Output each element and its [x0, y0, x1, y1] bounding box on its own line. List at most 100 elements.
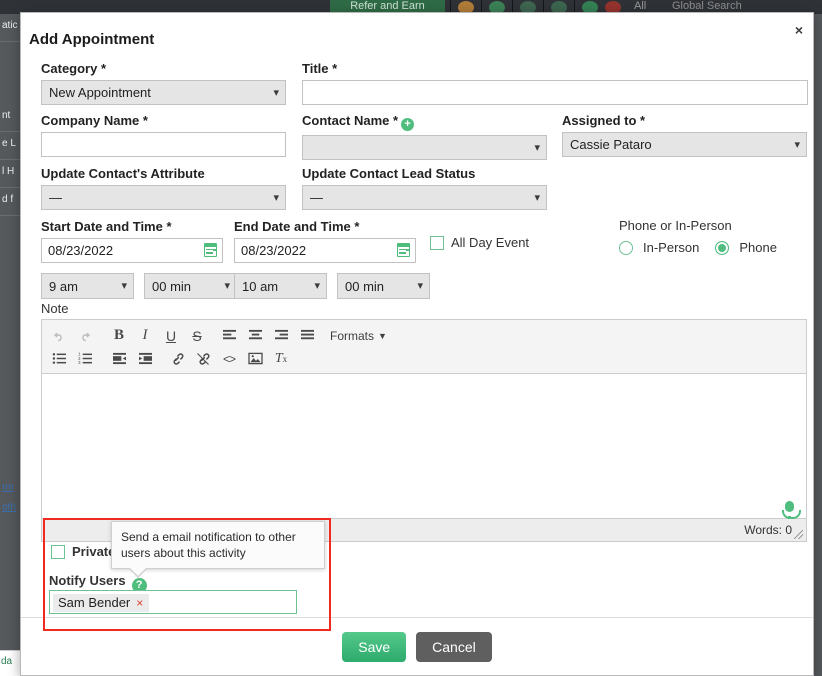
bullet-list-icon[interactable] [46, 348, 72, 370]
lead-status-select[interactable]: — [302, 185, 547, 210]
align-center-icon[interactable] [242, 325, 268, 347]
resize-handle[interactable] [794, 530, 803, 539]
undo-icon[interactable] [46, 325, 72, 347]
end-minute-select[interactable]: 00 min [337, 273, 430, 299]
bold-icon[interactable]: B [106, 325, 132, 347]
field-company-name: Company Name * [41, 113, 286, 157]
end-time-group: 10 am ▾ 00 min ▾ [234, 273, 430, 299]
calendar-icon[interactable] [397, 243, 410, 257]
private-row[interactable]: Private [51, 544, 115, 559]
attribute-select-wrapper[interactable]: — ▾ [41, 185, 286, 210]
indent-icon[interactable] [132, 348, 158, 370]
editor-toolbar-row-2: 123 <> Tx [46, 347, 802, 370]
background-status-bar: da [0, 650, 20, 676]
source-code-icon[interactable]: <> [216, 348, 242, 370]
notify-user-chip[interactable]: Sam Bender × [53, 594, 150, 612]
close-icon[interactable]: × [795, 23, 803, 37]
add-contact-icon[interactable]: + [401, 118, 415, 131]
list-item[interactable]: oth [0, 496, 20, 516]
microphone-icon[interactable] [782, 501, 801, 520]
end-hour-wrapper[interactable]: 10 am ▾ [234, 273, 327, 299]
contact-attribute-label: Update Contact's Attribute [41, 166, 205, 181]
notify-user-chip-label: Sam Bender [58, 595, 131, 610]
category-select-wrapper[interactable]: New Appointment ▾ [41, 80, 286, 105]
contact-name-label: Contact Name * + [302, 113, 547, 131]
start-minute-wrapper[interactable]: 00 min ▾ [144, 273, 237, 299]
add-appointment-dialog: × Add Appointment Category * New Appoint… [20, 12, 814, 676]
list-item: atic [0, 14, 20, 42]
in-person-label: In-Person [643, 240, 700, 255]
link-icon[interactable] [164, 348, 190, 370]
background-right-strip [814, 14, 822, 676]
phone-label: Phone [739, 240, 777, 255]
end-minute-wrapper[interactable]: 00 min ▾ [337, 273, 430, 299]
clear-formatting-icon[interactable]: Tx [268, 348, 294, 370]
phone-radio[interactable] [715, 240, 730, 255]
underline-icon[interactable]: U [158, 325, 184, 347]
meeting-type-group: Phone or In-Person In-Person Phone [619, 218, 777, 255]
note-text-area[interactable] [41, 373, 807, 520]
cancel-button[interactable]: Cancel [416, 631, 492, 662]
notify-users-tooltip: Send a email notification to other users… [111, 521, 325, 579]
category-select[interactable]: New Appointment [41, 80, 286, 105]
all-day-event-row[interactable]: All Day Event [430, 235, 529, 250]
align-left-icon[interactable] [216, 325, 242, 347]
list-item[interactable]: rm [0, 476, 20, 496]
field-contact-attribute: Update Contact's Attribute — ▾ [41, 166, 286, 210]
outdent-icon[interactable] [106, 348, 132, 370]
all-day-event-checkbox[interactable] [430, 236, 444, 250]
assigned-select-wrapper[interactable]: Cassie Pataro ▾ [562, 132, 807, 157]
field-category: Category * New Appointment ▾ [41, 61, 286, 105]
end-hour-select[interactable]: 10 am [234, 273, 327, 299]
remove-chip-icon[interactable]: × [136, 596, 143, 610]
notify-users-input[interactable]: Sam Bender × [49, 590, 297, 614]
list-item: nt [0, 104, 20, 132]
field-assigned-to: Assigned to * Cassie Pataro ▾ [562, 113, 807, 157]
italic-icon[interactable]: I [132, 325, 158, 347]
word-count-label: Words: 0 [744, 523, 792, 537]
meeting-type-options: In-Person Phone [619, 240, 777, 255]
start-minute-select[interactable]: 00 min [144, 273, 237, 299]
contact-name-select[interactable] [302, 135, 547, 160]
numbered-list-icon[interactable]: 123 [72, 348, 98, 370]
field-end-datetime: End Date and Time * 10 am ▾ 00 min ▾ [234, 219, 430, 299]
field-contact-name: Contact Name * + ▾ [302, 113, 547, 160]
start-time-group: 9 am ▾ 00 min ▾ [41, 273, 237, 299]
strikethrough-icon[interactable]: S [184, 325, 210, 347]
contact-select-wrapper[interactable]: ▾ [302, 135, 547, 160]
end-date-wrapper[interactable] [234, 238, 416, 263]
calendar-icon[interactable] [204, 243, 217, 257]
unlink-icon[interactable] [190, 348, 216, 370]
assigned-to-select[interactable]: Cassie Pataro [562, 132, 807, 157]
start-date-wrapper[interactable] [41, 238, 223, 263]
in-person-radio[interactable] [619, 240, 633, 255]
field-start-datetime: Start Date and Time * 9 am ▾ 00 min ▾ [41, 219, 237, 299]
field-title: Title * [302, 61, 808, 105]
lead-status-select-wrapper[interactable]: — ▾ [302, 185, 547, 210]
start-hour-select[interactable]: 9 am [41, 273, 134, 299]
start-hour-wrapper[interactable]: 9 am ▾ [41, 273, 134, 299]
list-item [0, 216, 20, 476]
background-status-label: da [1, 656, 13, 667]
start-date-label: Start Date and Time * [41, 219, 172, 234]
align-right-icon[interactable] [268, 325, 294, 347]
redo-icon[interactable] [72, 325, 98, 347]
insert-image-icon[interactable] [242, 348, 268, 370]
list-item: e L [0, 132, 20, 160]
start-date-input[interactable] [41, 238, 223, 263]
end-date-input[interactable] [234, 238, 416, 263]
save-button[interactable]: Save [342, 631, 407, 662]
align-justify-icon[interactable] [294, 325, 320, 347]
contact-attribute-select[interactable]: — [41, 185, 286, 210]
editor-toolbar: B I U S Formats ▼ 123 <> T x [41, 319, 807, 373]
private-checkbox[interactable] [51, 545, 65, 559]
editor-toolbar-row-1: B I U S Formats ▼ [46, 324, 802, 347]
company-name-label: Company Name * [41, 113, 148, 128]
note-editor: B I U S Formats ▼ 123 <> T x Words: 0 [41, 319, 807, 542]
notify-users-label: Notify Users [49, 573, 126, 588]
formats-dropdown[interactable]: Formats ▼ [330, 329, 387, 343]
title-input[interactable] [302, 80, 808, 105]
field-lead-status: Update Contact Lead Status — ▾ [302, 166, 547, 210]
assigned-to-label: Assigned to * [562, 113, 646, 128]
company-name-input[interactable] [41, 132, 286, 157]
